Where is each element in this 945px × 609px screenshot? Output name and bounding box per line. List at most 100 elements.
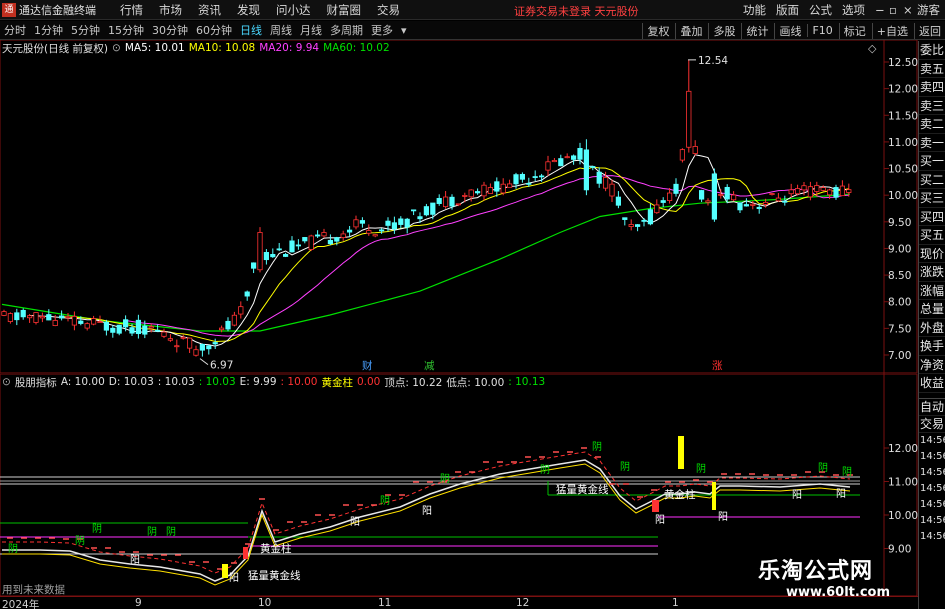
- candle-down: [756, 206, 762, 210]
- period-tab-30min[interactable]: 30分钟: [148, 22, 192, 38]
- quote-row-0: 委比: [919, 41, 945, 60]
- period-tab-5min[interactable]: 5分钟: [67, 22, 104, 38]
- quote-row-1: 卖五: [919, 60, 945, 78]
- maximize-icon[interactable]: ▫: [884, 3, 898, 17]
- price-tick-label: 8.00: [888, 297, 911, 309]
- yin-label: 阴: [592, 441, 602, 453]
- menu-news[interactable]: 资讯: [190, 2, 229, 18]
- indicator-c2: : 10.03: [198, 376, 236, 388]
- guest-label[interactable]: 游客: [912, 2, 945, 18]
- x-label-dec: 12: [516, 597, 530, 609]
- period-tab-more[interactable]: 更多: [367, 22, 397, 38]
- candle-down: [244, 291, 250, 297]
- gold-line-label: 猛量黄金线: [556, 483, 609, 496]
- candle-up: [1, 311, 7, 316]
- period-tab-tick[interactable]: 分时: [0, 22, 30, 38]
- back-button[interactable]: 返回: [914, 22, 945, 39]
- x-label-nov: 11: [378, 597, 392, 609]
- candle-up: [52, 320, 58, 327]
- candle-down: [660, 200, 666, 203]
- menu-formula[interactable]: 公式: [804, 2, 837, 18]
- candle-down: [282, 254, 289, 257]
- candle-up: [26, 315, 33, 319]
- period-tab-multi[interactable]: 多周期: [326, 22, 367, 38]
- candle-down: [615, 196, 622, 206]
- red-bar-1: [652, 500, 659, 512]
- stats-button[interactable]: 统计: [741, 22, 772, 39]
- candle-up: [65, 316, 71, 319]
- candle-up: [218, 327, 225, 331]
- candle-down: [199, 343, 205, 351]
- overlay-button[interactable]: 叠加: [675, 22, 706, 39]
- indicator-e2: : 10.00: [280, 376, 318, 388]
- chevron-down-icon[interactable]: ▾: [397, 24, 411, 37]
- candle-up: [321, 232, 327, 237]
- indicator-c: : 10.03: [157, 376, 195, 388]
- settings-icon[interactable]: ⊙: [112, 42, 121, 54]
- mark-button[interactable]: 标记: [838, 22, 870, 39]
- price-tick-label: 10.00: [888, 190, 918, 202]
- candle-up: [686, 90, 692, 148]
- menu-market[interactable]: 市场: [151, 2, 190, 18]
- indicator-bottom: 低点: 10.00: [446, 376, 505, 389]
- indicator-d: D: 10.03: [108, 376, 154, 388]
- candle-down: [558, 158, 564, 167]
- candle-up: [705, 200, 711, 203]
- menu-wealth[interactable]: 财富圈: [319, 2, 370, 18]
- candle-up: [372, 234, 378, 237]
- candle-down: [583, 149, 590, 191]
- menu-discover[interactable]: 发现: [229, 2, 268, 18]
- menu-ask[interactable]: 问小达: [268, 2, 319, 18]
- multi-stock-button[interactable]: 多股: [708, 22, 739, 39]
- quote-panel: 委比 卖五 卖四 卖三 卖二 卖一 买一 买二 买三 买四 买五 现价 涨跌 涨幅 总量 外盘 换手 净资 收益 自…: [918, 41, 945, 609]
- menu-function[interactable]: 功能: [738, 2, 771, 18]
- menu-layout[interactable]: 版面: [771, 2, 804, 18]
- auto-trade-0[interactable]: 自动: [919, 399, 945, 416]
- watermark-title: 乐淘公式网: [758, 559, 874, 584]
- sub-tick-label: 10.00: [888, 510, 918, 522]
- quote-row-8: 买三: [919, 189, 945, 208]
- candle-up: [97, 321, 103, 323]
- candle-up: [7, 313, 13, 322]
- draw-line-button[interactable]: 画线: [774, 22, 805, 39]
- candle-up: [807, 186, 814, 198]
- candle-up: [609, 183, 615, 197]
- menu-trade[interactable]: 交易: [369, 2, 408, 18]
- kline-chart[interactable]: 12.50 12.00 11.50 11.00 10.50 10.00 9.50 9.00 8.…: [0, 40, 918, 374]
- candle-down: [711, 173, 718, 220]
- candle-up: [564, 156, 570, 159]
- indicator-settings-icon[interactable]: ⊙: [2, 376, 11, 388]
- menu-quotes[interactable]: 行情: [112, 2, 151, 18]
- yang-label: 阳: [422, 505, 432, 517]
- stock-title[interactable]: 天元股份(日线 前复权): [2, 41, 108, 56]
- quote-row-17: 净资: [919, 356, 945, 374]
- x-label-jan: 1: [672, 597, 679, 609]
- event-mark: 涨: [712, 360, 723, 372]
- menu-options[interactable]: 选项: [837, 2, 870, 18]
- add-watchlist-button[interactable]: +自选: [871, 22, 912, 39]
- minimize-icon[interactable]: −: [870, 3, 885, 17]
- period-tab-60min[interactable]: 60分钟: [192, 22, 236, 38]
- candle-down: [59, 315, 65, 319]
- quote-row-6: 买一: [919, 152, 945, 171]
- period-tab-monthly[interactable]: 月线: [296, 22, 326, 38]
- indicator-name[interactable]: 股朋指标: [15, 375, 57, 390]
- yin-label: 阴: [75, 535, 85, 547]
- yin-label: 阴: [8, 543, 18, 555]
- candle-down: [590, 166, 596, 168]
- candle-up: [39, 316, 46, 319]
- close-icon[interactable]: ×: [898, 3, 913, 17]
- auto-trade-1[interactable]: 交易: [919, 416, 945, 433]
- period-tab-1min[interactable]: 1分钟: [30, 22, 67, 38]
- candle-up: [468, 189, 474, 198]
- login-notice[interactable]: 证券交易未登录 天元股份: [514, 3, 639, 19]
- adjust-button[interactable]: 复权: [642, 22, 673, 39]
- price-tick-label: 10.50: [888, 164, 918, 176]
- f10-button[interactable]: F10: [807, 24, 836, 37]
- candle-up: [33, 312, 39, 323]
- period-tab-15min[interactable]: 15分钟: [104, 22, 148, 38]
- price-tick-label: 11.00: [888, 137, 918, 149]
- quote-row-4: 卖二: [919, 115, 945, 134]
- period-tab-weekly[interactable]: 周线: [266, 22, 296, 38]
- period-tab-daily[interactable]: 日线: [236, 22, 266, 38]
